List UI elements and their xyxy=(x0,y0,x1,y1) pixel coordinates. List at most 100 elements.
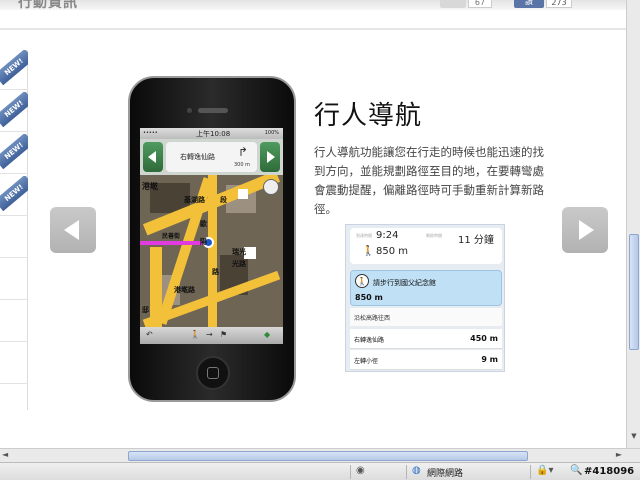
security-zone: 網際網路 xyxy=(427,469,464,479)
page-title: 行動資訊 xyxy=(18,0,78,10)
turn-instruction-bar: 右轉逸仙路 ↱ 300 m xyxy=(140,139,283,175)
scroll-down-icon[interactable]: ▼ xyxy=(629,432,639,444)
new-badge: NEW! xyxy=(0,50,28,86)
map-label: 路 xyxy=(212,268,219,276)
status-separator xyxy=(406,465,407,479)
side-menu: NEW! NEW! NEW! NEW! xyxy=(0,50,28,410)
step-distance: 450 m xyxy=(470,334,498,343)
phone-screen: ••••• 上午10:08 100% 右轉逸仙路 ↱ 300 m 港墘 基湖路 … xyxy=(140,128,283,344)
turn-right-icon: ↱ xyxy=(238,145,249,159)
menu-icon: ◆ xyxy=(264,330,271,339)
home-button xyxy=(196,356,230,390)
walk-icon: 🚶 xyxy=(362,246,375,257)
side-menu-item[interactable] xyxy=(0,302,28,342)
speaker-grille xyxy=(198,108,228,113)
google-plus-button[interactable] xyxy=(440,0,466,8)
phone-clock: 上午10:08 xyxy=(196,130,231,138)
arrive-label: 到達時間 xyxy=(356,233,372,238)
side-menu-item[interactable] xyxy=(0,344,28,384)
facebook-like-button[interactable]: 讚 xyxy=(514,0,544,8)
left-arrow-icon xyxy=(64,220,79,240)
street-label: 沿松高路往西 xyxy=(354,315,391,322)
map-label: 港墘 xyxy=(142,182,158,191)
instruction-distance: 850 m xyxy=(355,293,383,302)
browser-status-bar: ◉ ◍ 網際網路 🔒▾ 🔍 #418096 xyxy=(0,462,640,480)
left-triangle-icon xyxy=(148,151,156,163)
vertical-scroll-thumb[interactable] xyxy=(629,234,639,350)
remain-label: 剩餘時間 xyxy=(426,233,442,238)
google-plus-count: 67 xyxy=(468,0,492,8)
step-label: 右轉逸仙路 xyxy=(354,337,385,344)
feature-description: 行人導航功能讓您在行走的時候也能迅速的找到方向，並能規劃路徑至目的地，在要轉彎處… xyxy=(314,145,544,216)
back-icon: ↶ xyxy=(146,330,153,339)
new-badge: NEW! xyxy=(0,134,28,170)
side-menu-item[interactable]: NEW! xyxy=(0,134,28,174)
scroll-left-icon[interactable]: ◄ xyxy=(2,450,8,459)
map-label: 瑞光 xyxy=(232,248,246,256)
map-label: 歐 xyxy=(200,220,207,228)
signal-icon: ••••• xyxy=(143,130,158,136)
trip-summary: 到達時間 9:24 剩餘時間 11 分鐘 🚶 850 m xyxy=(350,228,502,264)
step-label: 左轉小徑 xyxy=(354,358,379,365)
battery-level: 100% xyxy=(264,130,279,136)
status-separator xyxy=(350,465,351,479)
scroll-right-icon[interactable]: ► xyxy=(616,450,622,459)
navigation-detail-image: 到達時間 9:24 剩餘時間 11 分鐘 🚶 850 m 🚶 請步行到國父紀念館… xyxy=(345,224,505,372)
new-badge: NEW! xyxy=(0,92,28,128)
pedestrian-icon: 🚶 xyxy=(355,274,369,288)
instruction-distance: 300 m xyxy=(234,162,251,168)
route-step-row: 右轉逸仙路 450 m xyxy=(350,329,502,349)
horizontal-scroll-thumb[interactable] xyxy=(128,451,528,461)
vertical-scrollbar[interactable]: ▼ xyxy=(626,0,640,448)
instruction-text: 請步行到國父紀念館 xyxy=(373,279,436,287)
next-instruction-button xyxy=(260,142,280,172)
map-road xyxy=(150,247,162,327)
arrow-right-icon: → xyxy=(206,330,213,339)
side-menu-item[interactable]: NEW! xyxy=(0,92,28,132)
privacy-icon[interactable]: ◉ xyxy=(356,465,365,476)
side-menu-item[interactable]: NEW! xyxy=(0,50,28,90)
arrive-time: 9:24 xyxy=(376,230,399,241)
walk-distance: 850 m xyxy=(376,246,409,257)
carousel-next-button[interactable] xyxy=(562,207,608,253)
map-label: 邸 xyxy=(142,306,149,314)
post-id-watermark: #418096 xyxy=(584,466,635,477)
step-distance: 9 m xyxy=(481,355,498,364)
zoom-icon[interactable]: 🔍 xyxy=(570,465,582,476)
flag-icon: ⚑ xyxy=(220,330,228,339)
instruction-panel: 右轉逸仙路 ↱ 300 m xyxy=(166,142,257,172)
status-separator xyxy=(530,465,531,479)
map-label: 基湖路 xyxy=(184,196,205,204)
side-menu-item[interactable]: NEW! xyxy=(0,176,28,216)
prev-instruction-button xyxy=(143,142,163,172)
side-menu-item[interactable] xyxy=(0,260,28,300)
protected-mode-icon[interactable]: 🔒▾ xyxy=(536,465,553,476)
right-arrow-icon xyxy=(579,220,594,240)
map-landmark-icon xyxy=(238,189,248,199)
new-badge: NEW! xyxy=(0,176,28,212)
camera-icon xyxy=(187,108,192,113)
map-label: 段 xyxy=(220,196,227,204)
horizontal-scrollbar[interactable]: ◄ ► xyxy=(0,448,640,462)
feature-title: 行人導航 xyxy=(314,101,423,131)
phone-status-bar: ••••• 上午10:08 100% xyxy=(140,128,283,139)
map-label: 陽 xyxy=(200,238,207,246)
browser-viewport: 行動資訊 67 讚 273 NEW! NEW! NEW! NEW! ••••• … xyxy=(0,0,640,480)
street-row: 沿松高路往西 xyxy=(350,308,502,326)
right-triangle-icon xyxy=(267,151,275,163)
facebook-like-count: 273 xyxy=(546,0,572,8)
map-label: 光路 xyxy=(232,260,246,268)
map-label: 民善街 xyxy=(162,233,181,240)
route-step-row: 左轉小徑 9 m xyxy=(350,350,502,370)
map-label: 港墘路 xyxy=(174,286,195,294)
current-instruction: 🚶 請步行到國父紀念館 850 m xyxy=(350,270,502,306)
compass-icon xyxy=(263,179,279,195)
globe-icon: ◍ xyxy=(412,465,421,476)
phone-toolbar: ↶ 🚶 → ⚑ ◆ xyxy=(140,327,283,344)
carousel-prev-button[interactable] xyxy=(50,207,96,253)
remain-time: 11 分鐘 xyxy=(458,235,494,246)
side-menu-item[interactable] xyxy=(0,218,28,258)
map-view: 港墘 基湖路 民善街 港墘路 段 歐 路 陽 瑞光 光路 邸 xyxy=(140,175,283,327)
instruction-street: 右轉逸仙路 xyxy=(180,153,215,161)
page-header: 行動資訊 67 讚 273 xyxy=(0,0,626,10)
